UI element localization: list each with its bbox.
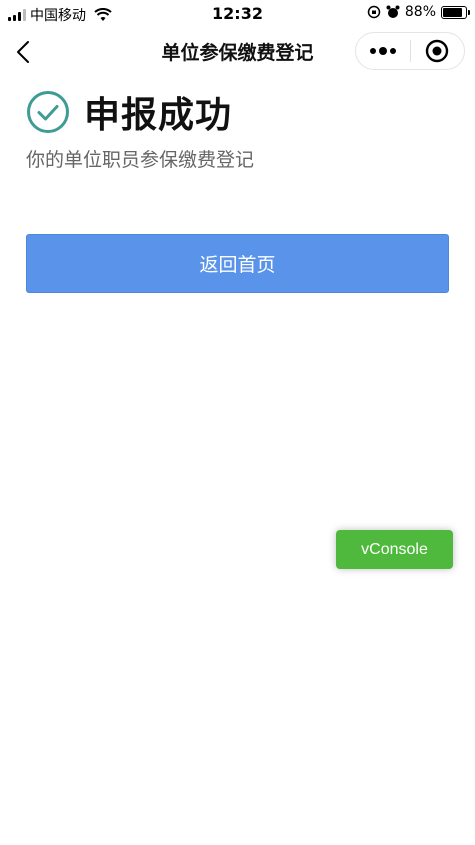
vconsole-button[interactable]: vConsole (336, 530, 453, 569)
orientation-lock-icon (367, 5, 381, 19)
nav-bar: 单位参保缴费登记 (0, 28, 475, 74)
status-bar: 中国移动 12:32 88% (0, 0, 475, 28)
more-dots-icon (390, 48, 396, 54)
mini-program-capsule (355, 32, 465, 70)
target-close-icon (426, 39, 449, 63)
success-check-icon (27, 91, 69, 133)
return-home-button[interactable]: 返回首页 (26, 234, 449, 293)
battery-fill (443, 7, 463, 17)
status-right: 88% (367, 4, 470, 20)
success-title: 申报成功 (84, 95, 233, 136)
battery-percent: 88% (404, 4, 436, 20)
battery-icon (441, 5, 470, 19)
close-mini-program-button[interactable] (411, 33, 464, 69)
more-dots-icon (379, 47, 387, 55)
more-menu-button[interactable] (356, 33, 410, 69)
result-header: 申报成功 (26, 86, 232, 138)
alarm-icon (386, 5, 400, 18)
more-dots-icon (370, 48, 376, 54)
success-description: 你的单位职员参保缴费登记 (26, 149, 255, 171)
